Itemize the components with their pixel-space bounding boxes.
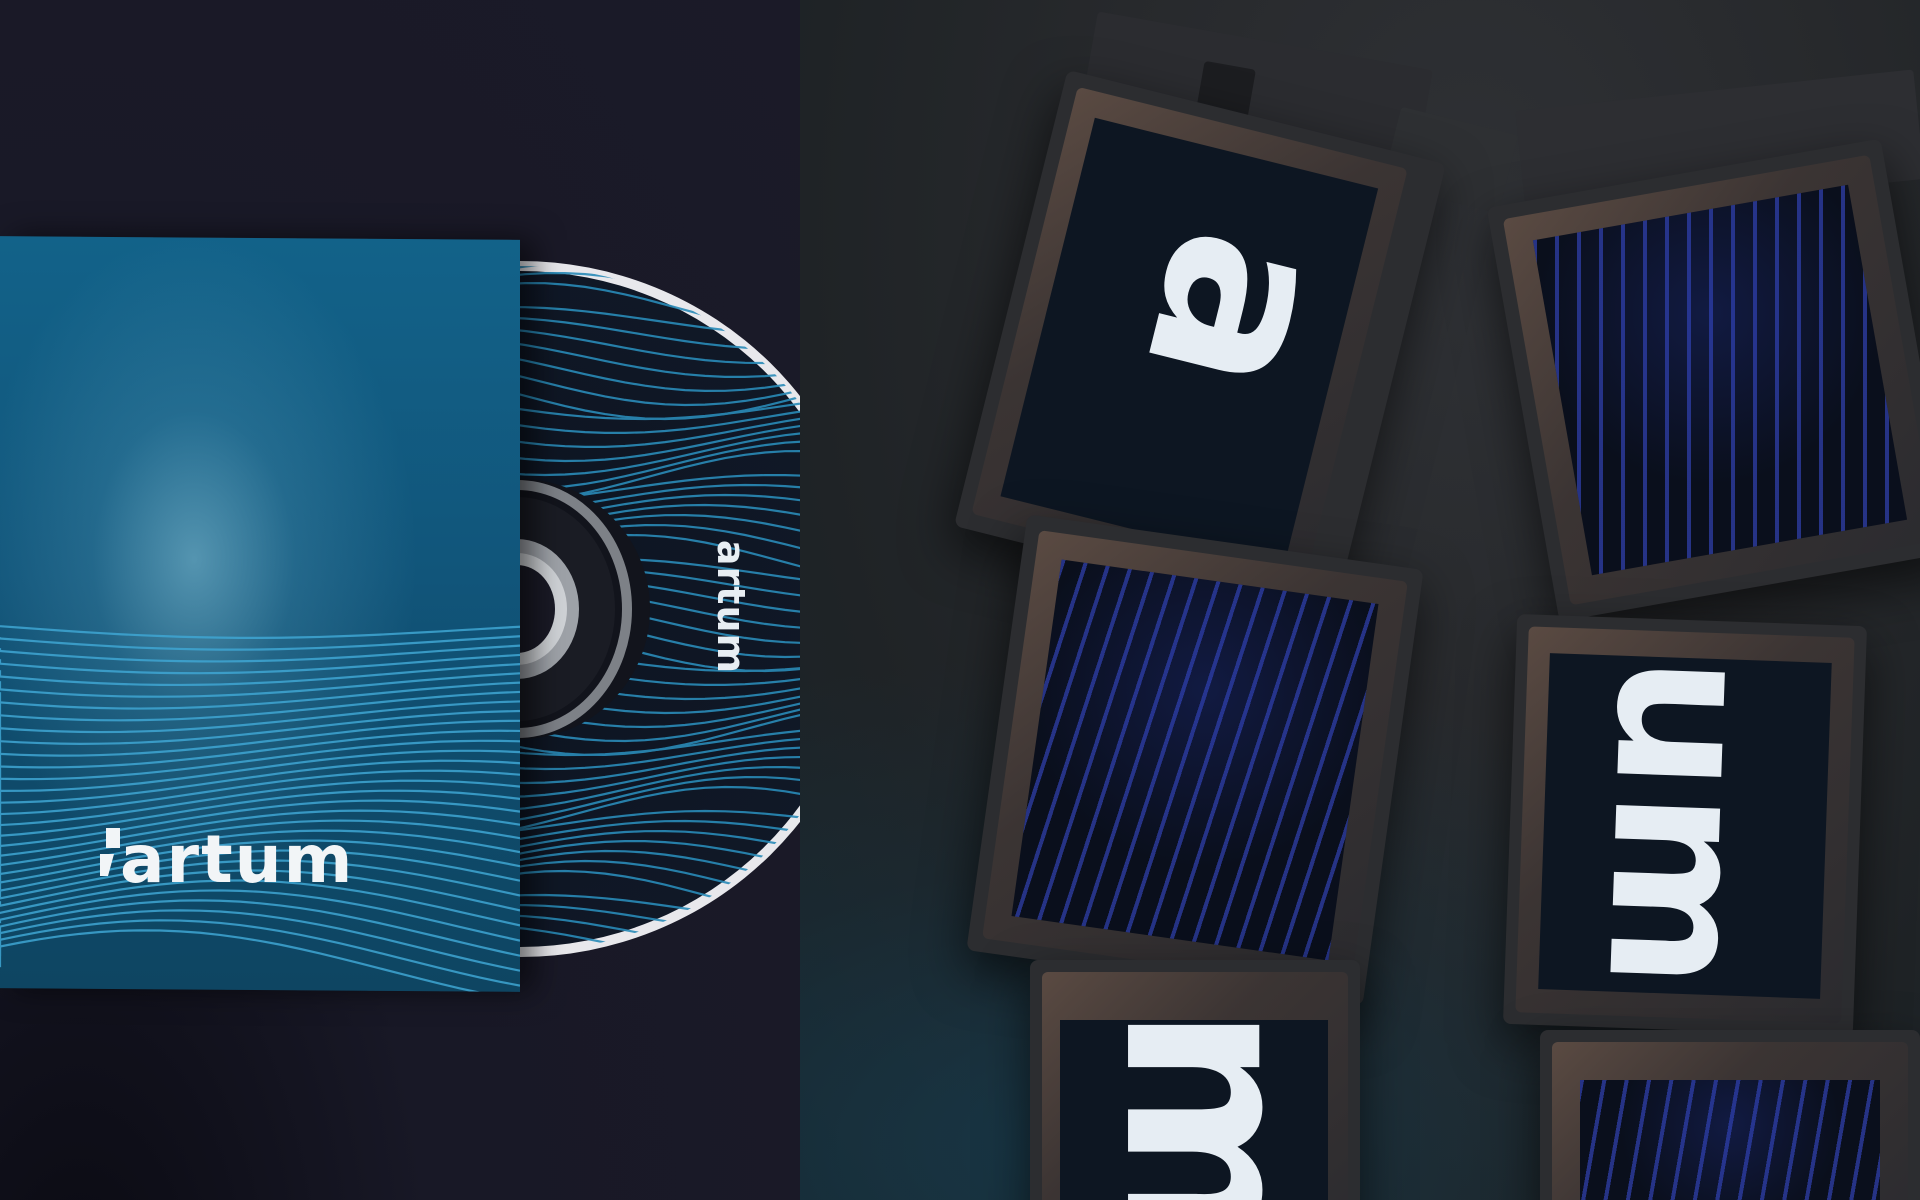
logo-mark-icon [100,828,120,876]
monitor-5: m [1030,960,1360,1200]
monitor-5-glyph: m [1071,1020,1328,1200]
monitor-4: um [1502,614,1868,1036]
sleeve-wave-lines [0,625,520,992]
monitor-stack-panel: a um m [800,0,1920,1200]
monitor-3 [966,514,1424,1006]
monitor-2 [1486,138,1920,622]
monitor-6 [1540,1030,1920,1200]
disc-logo-text: artum [709,539,753,675]
monitor-2-screen [1532,184,1908,576]
cd-mockup-panel: artum artum [0,0,800,1200]
disc-logo: artum [645,540,800,674]
monitor-5-screen: m [1060,1020,1328,1200]
monitor-4-screen: um [1538,653,1832,999]
sleeve-logo-text: artum [120,821,355,898]
monitor-3-screen [1011,559,1379,961]
monitor-6-screen [1580,1080,1880,1200]
sleeve-logo: artum [98,820,418,900]
monitor-4-glyph: um [1564,653,1798,994]
